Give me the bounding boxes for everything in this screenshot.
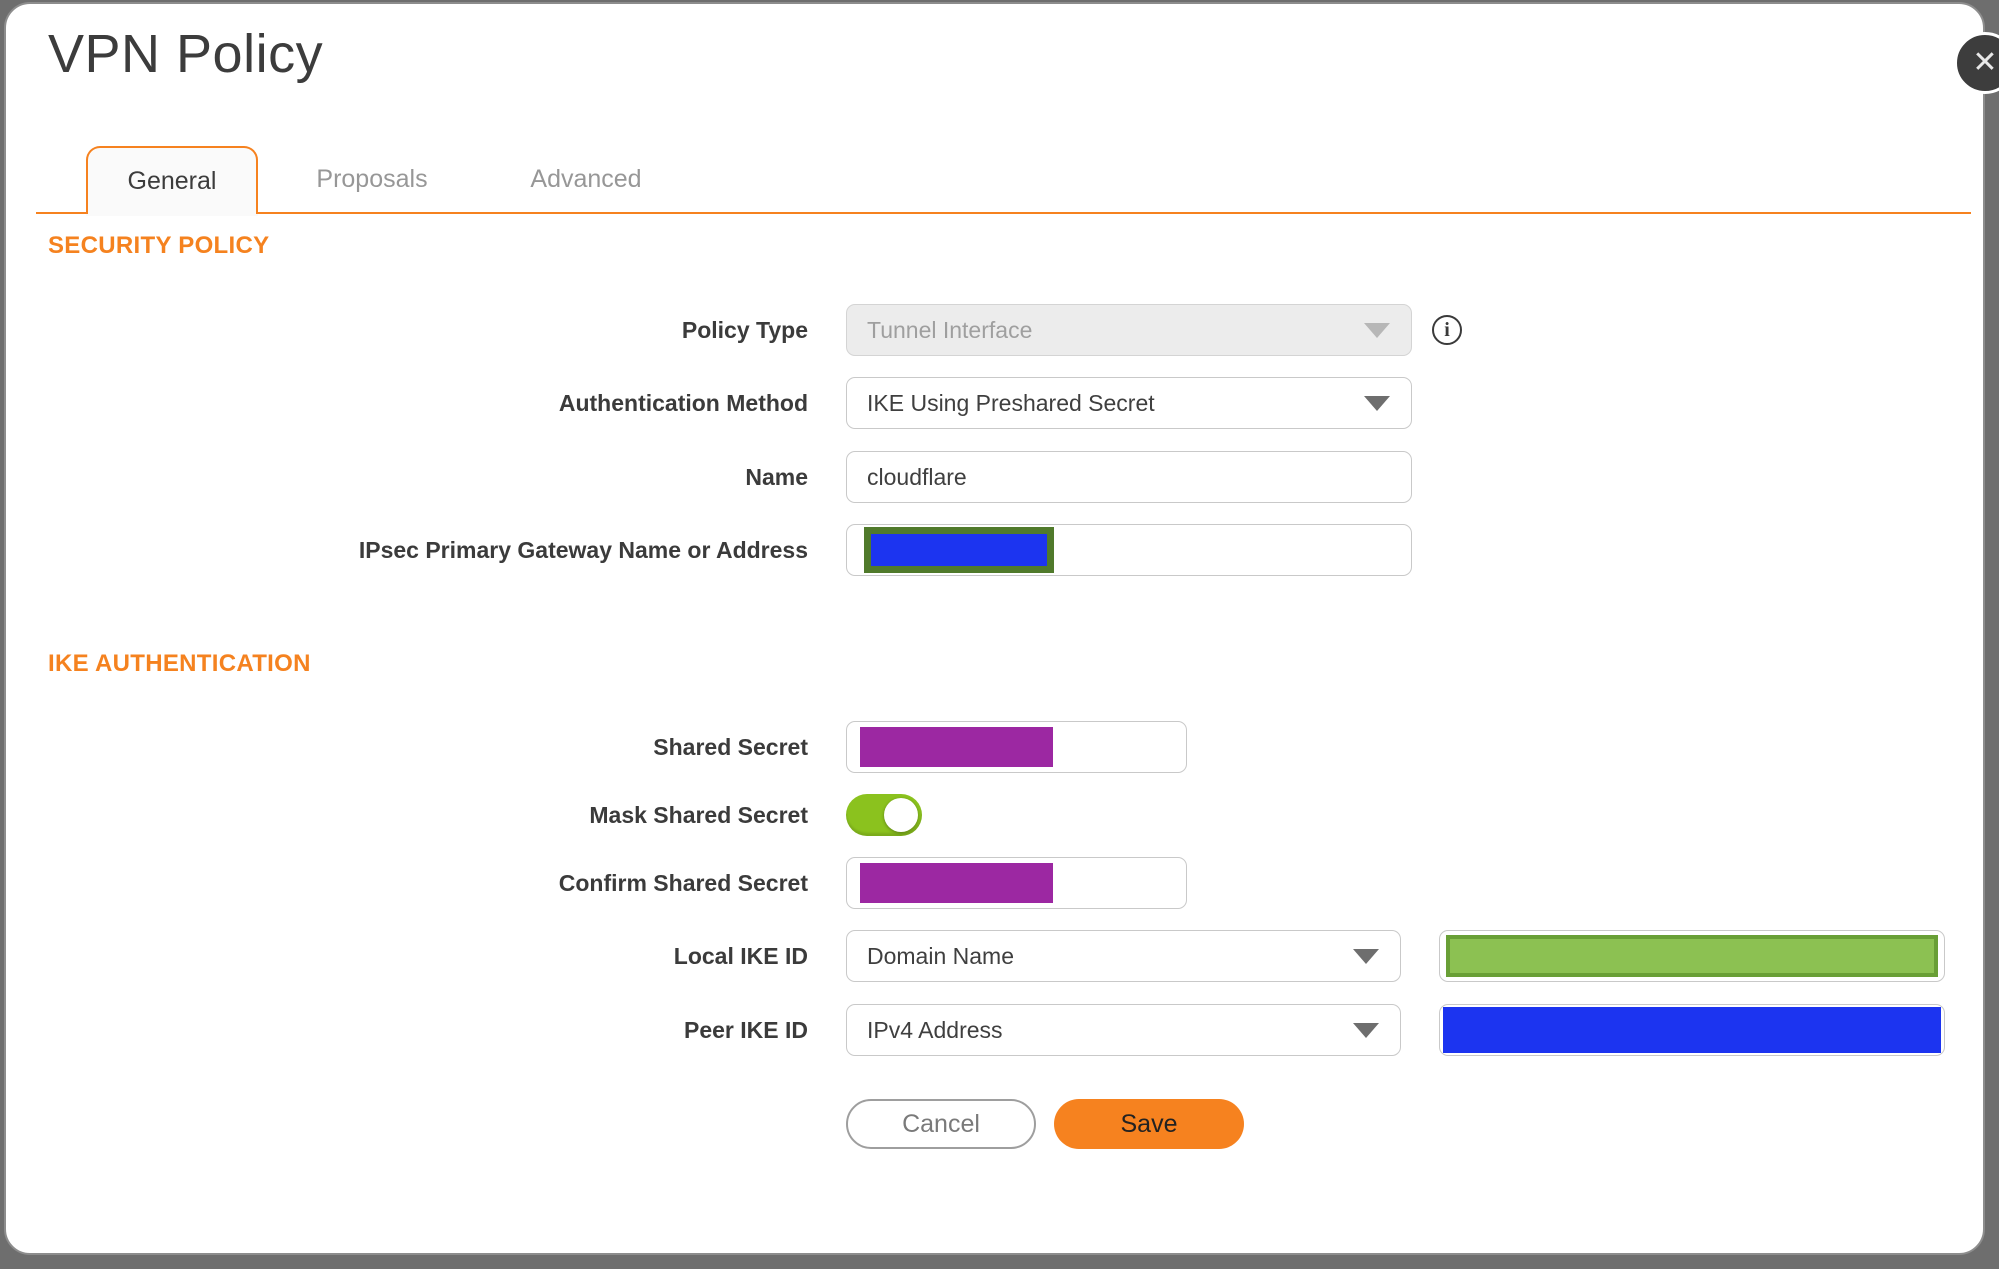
shared-secret-label: Shared Secret xyxy=(653,733,808,760)
close-icon[interactable]: ✕ xyxy=(1954,32,1999,94)
mask-shared-secret-toggle[interactable] xyxy=(846,794,922,836)
mask-shared-secret-row: Mask Shared Secret xyxy=(6,794,922,836)
peer-ike-id-redaction-block xyxy=(1443,1007,1941,1053)
tab-proposals[interactable]: Proposals xyxy=(286,146,458,212)
authentication-method-row: Authentication Method IKE Using Preshare… xyxy=(6,377,1412,429)
confirm-shared-secret-label: Confirm Shared Secret xyxy=(558,869,808,896)
name-input[interactable] xyxy=(846,451,1412,503)
policy-type-label: Policy Type xyxy=(681,316,808,343)
peer-ike-id-type-value: IPv4 Address xyxy=(867,1016,1003,1043)
shared-secret-redaction-block xyxy=(860,727,1053,767)
peer-ike-id-value-input[interactable] xyxy=(1439,1004,1945,1056)
security-policy-heading: SECURITY POLICY xyxy=(48,232,270,259)
tab-bar: General Proposals Advanced xyxy=(36,146,1971,214)
local-ike-id-row: Local IKE ID Domain Name xyxy=(6,930,1945,982)
chevron-down-icon xyxy=(1364,396,1390,411)
desktop-background: ✕ VPN Policy General Proposals Advanced … xyxy=(0,0,1999,1269)
action-buttons: Cancel Save xyxy=(846,1099,1244,1149)
gateway-label: IPsec Primary Gateway Name or Address xyxy=(358,536,808,563)
shared-secret-input[interactable] xyxy=(846,721,1187,773)
confirm-shared-secret-redaction-block xyxy=(860,863,1053,903)
save-button[interactable]: Save xyxy=(1054,1099,1244,1149)
gateway-input[interactable] xyxy=(846,524,1412,576)
local-ike-id-type-select[interactable]: Domain Name xyxy=(846,930,1401,982)
policy-type-select: Tunnel Interface xyxy=(846,304,1412,356)
local-ike-id-type-value: Domain Name xyxy=(867,942,1014,969)
local-ike-id-value-input[interactable] xyxy=(1439,930,1945,982)
toggle-knob xyxy=(884,798,918,832)
gateway-row: IPsec Primary Gateway Name or Address xyxy=(6,524,1412,576)
tab-general[interactable]: General xyxy=(86,146,258,214)
local-ike-id-label: Local IKE ID xyxy=(673,942,808,969)
authentication-method-label: Authentication Method xyxy=(558,389,808,416)
chevron-down-icon xyxy=(1353,1023,1379,1038)
vpn-policy-dialog: ✕ VPN Policy General Proposals Advanced … xyxy=(4,2,1999,1255)
policy-type-value: Tunnel Interface xyxy=(867,316,1033,343)
peer-ike-id-label: Peer IKE ID xyxy=(684,1016,808,1043)
chevron-down-icon xyxy=(1364,323,1390,338)
authentication-method-select[interactable]: IKE Using Preshared Secret xyxy=(846,377,1412,429)
name-label: Name xyxy=(745,463,808,490)
peer-ike-id-type-select[interactable]: IPv4 Address xyxy=(846,1004,1401,1056)
chevron-down-icon xyxy=(1353,949,1379,964)
authentication-method-value: IKE Using Preshared Secret xyxy=(867,389,1155,416)
peer-ike-id-row: Peer IKE ID IPv4 Address xyxy=(6,1004,1945,1056)
confirm-shared-secret-row: Confirm Shared Secret xyxy=(6,857,1187,909)
local-ike-id-redaction-block xyxy=(1446,935,1938,977)
confirm-shared-secret-input[interactable] xyxy=(846,857,1187,909)
policy-type-row: Policy Type Tunnel Interface i xyxy=(6,304,1462,356)
info-icon[interactable]: i xyxy=(1432,315,1462,345)
cancel-button[interactable]: Cancel xyxy=(846,1099,1036,1149)
page-title: VPN Policy xyxy=(48,24,324,84)
ike-authentication-heading: IKE AUTHENTICATION xyxy=(48,650,311,677)
name-row: Name xyxy=(6,451,1412,503)
tab-advanced[interactable]: Advanced xyxy=(500,146,672,212)
gateway-redaction-block xyxy=(864,527,1054,573)
shared-secret-row: Shared Secret xyxy=(6,721,1187,773)
mask-shared-secret-label: Mask Shared Secret xyxy=(589,801,808,828)
